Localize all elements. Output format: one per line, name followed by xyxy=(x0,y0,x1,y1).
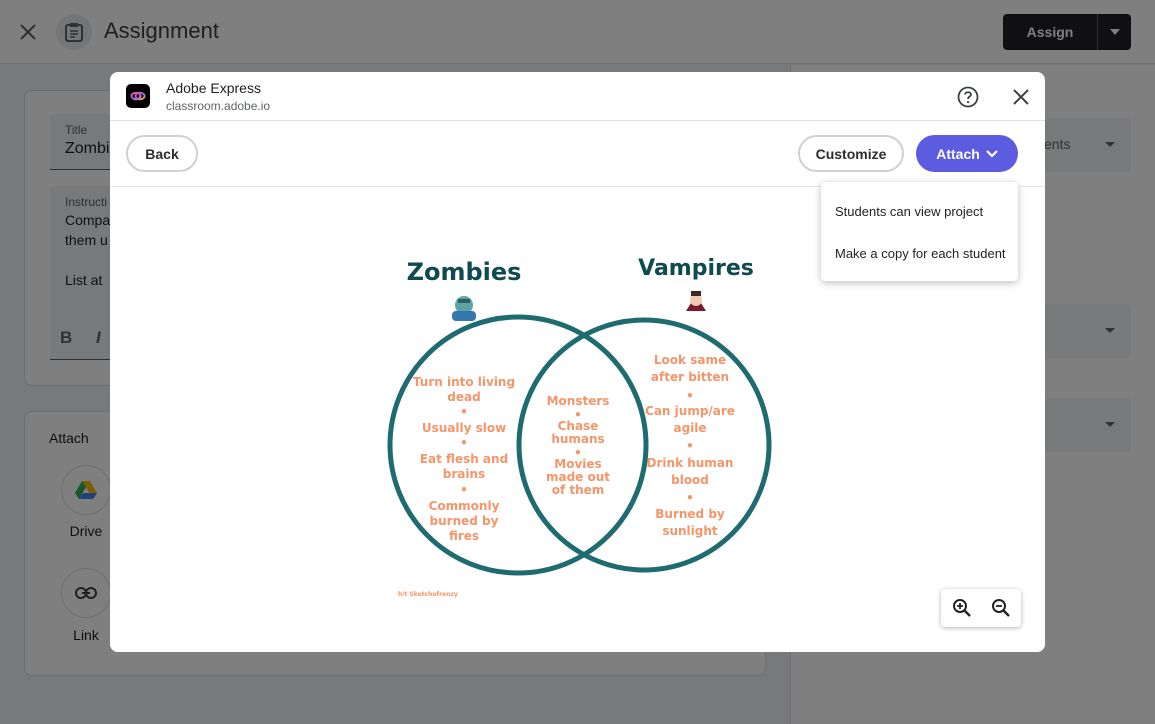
venn-right-item: Can jump/are xyxy=(645,404,735,418)
venn-left-item: burned by xyxy=(430,514,499,528)
zombie-icon xyxy=(452,296,476,321)
venn-dot: • xyxy=(686,491,694,505)
zoom-controls xyxy=(941,589,1021,627)
chevron-down-icon xyxy=(986,149,998,158)
venn-right-item: Burned by xyxy=(655,507,725,521)
venn-dot: • xyxy=(460,405,468,419)
venn-right-item: agile xyxy=(673,421,706,435)
venn-credit: h/t Sketchofrenzy xyxy=(398,591,458,598)
app-url: classroom.adobe.io xyxy=(166,99,271,113)
venn-left-item: dead xyxy=(447,390,480,404)
zoom-out-icon[interactable] xyxy=(991,598,1011,618)
venn-middle-item: humans xyxy=(551,432,604,446)
menu-item-students-view[interactable]: Students can view project xyxy=(835,204,983,219)
attach-menu: Students can view project Make a copy fo… xyxy=(821,182,1018,281)
dialog-toolbar: Back Customize Attach xyxy=(110,121,1045,187)
app-name: Adobe Express xyxy=(166,80,261,96)
venn-right-item: Drink human xyxy=(647,456,734,470)
attach-button[interactable]: Attach xyxy=(916,135,1018,172)
venn-left-item: Turn into living xyxy=(413,375,515,389)
venn-dot: • xyxy=(686,439,694,453)
venn-middle-item: Chase xyxy=(558,419,599,433)
adobe-express-dialog: Adobe Express classroom.adobe.io Back Cu… xyxy=(110,72,1045,652)
venn-middle-item: of them xyxy=(552,483,605,497)
venn-middle-item: made out xyxy=(546,470,610,484)
venn-left-item: Commonly xyxy=(429,499,500,513)
venn-dot: • xyxy=(686,389,694,403)
vampire-icon xyxy=(686,291,706,311)
venn-right-item: sunlight xyxy=(662,524,718,538)
dialog-header: Adobe Express classroom.adobe.io xyxy=(110,72,1045,121)
venn-left-item: Eat flesh and xyxy=(420,452,508,466)
venn-dot: • xyxy=(460,483,468,497)
vampires-title: Vampires xyxy=(638,256,754,281)
venn-left-item: Usually slow xyxy=(422,421,506,435)
attach-button-label: Attach xyxy=(936,145,980,162)
customize-button[interactable]: Customize xyxy=(798,135,904,172)
adobe-express-logo-icon xyxy=(126,84,150,108)
zombies-title: Zombies xyxy=(407,258,522,286)
venn-right-item: blood xyxy=(671,473,709,487)
venn-middle-item: Movies xyxy=(554,457,601,471)
close-icon[interactable] xyxy=(1009,85,1033,109)
venn-right-item: Look same xyxy=(654,353,726,367)
venn-left-item: brains xyxy=(443,467,485,481)
venn-dot: • xyxy=(460,436,468,450)
venn-left-item: fires xyxy=(449,529,479,543)
venn-middle-item: Monsters xyxy=(547,394,610,408)
help-icon[interactable] xyxy=(956,85,980,109)
back-button[interactable]: Back xyxy=(126,135,198,172)
menu-item-copy-each[interactable]: Make a copy for each student xyxy=(835,246,1006,261)
venn-right-item: after bitten xyxy=(651,370,729,384)
zoom-in-icon[interactable] xyxy=(952,598,972,618)
